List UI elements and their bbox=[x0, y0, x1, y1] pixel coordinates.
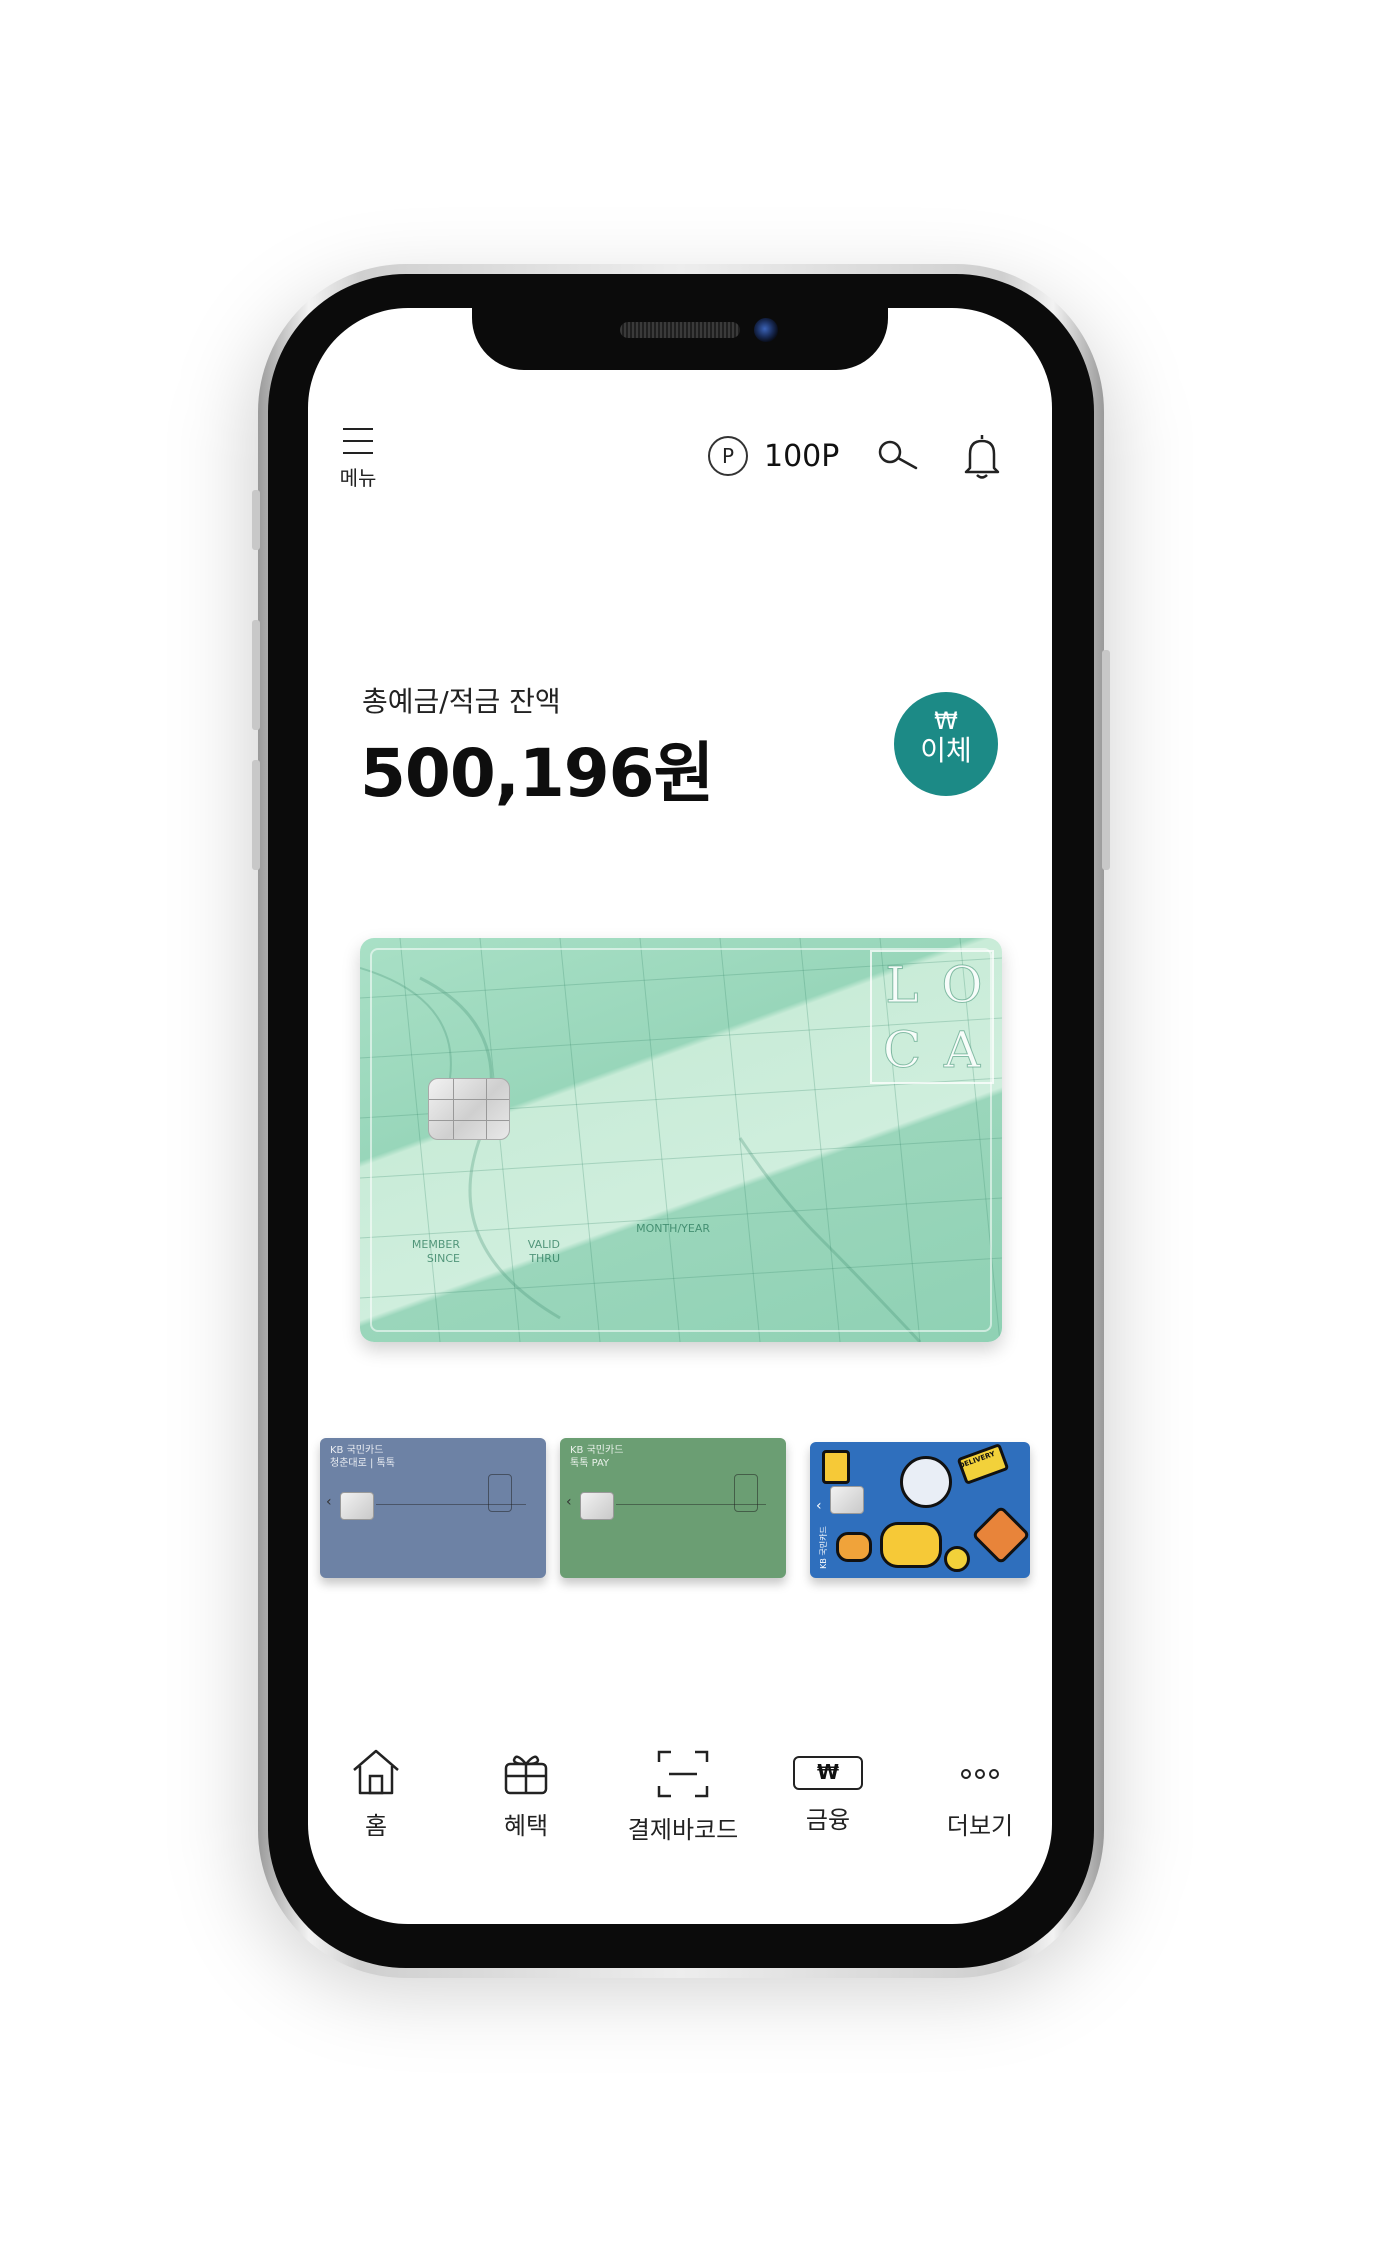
bottom-nav: 홈 혜택 결제바코드 ₩ 금융 더보기 bbox=[308, 1748, 1052, 1858]
logo-letter: L bbox=[885, 955, 919, 1014]
menu-button[interactable]: 메뉴 bbox=[338, 428, 378, 491]
month-year-text: MONTH/YEAR bbox=[636, 1222, 710, 1235]
mini-card-brand: KB 국민카드 청춘대로 | 톡톡 bbox=[330, 1445, 395, 1469]
more-icon bbox=[961, 1769, 999, 1779]
won-icon: ₩ bbox=[934, 707, 958, 735]
sticker-yellow bbox=[880, 1522, 942, 1568]
chevron-left-icon: ‹ bbox=[816, 1498, 822, 1514]
nav-home[interactable]: 홈 bbox=[316, 1748, 436, 1841]
logo-letter: O bbox=[941, 955, 983, 1014]
points-value: 100P bbox=[764, 438, 840, 474]
barcode-icon bbox=[657, 1750, 709, 1798]
mini-card-brand: KB 국민카드 bbox=[818, 1526, 828, 1569]
won-icon: ₩ bbox=[793, 1756, 863, 1790]
logo-letter: A bbox=[943, 1020, 981, 1079]
points-button[interactable]: P 100P bbox=[708, 436, 839, 476]
mute-switch bbox=[252, 490, 260, 550]
phone-graphic-icon bbox=[734, 1474, 758, 1512]
nav-finance[interactable]: ₩ 금융 bbox=[768, 1748, 888, 1835]
nav-label: 혜택 bbox=[503, 1812, 549, 1840]
mini-card-1[interactable]: KB 국민카드 청춘대로 | 톡톡 ‹ bbox=[320, 1438, 546, 1578]
notch bbox=[472, 308, 888, 370]
chevron-left-icon: ‹ bbox=[566, 1494, 572, 1510]
card-chip bbox=[580, 1492, 614, 1520]
menu-icon bbox=[343, 428, 373, 454]
front-camera bbox=[754, 318, 778, 342]
mini-card-2[interactable]: KB 국민카드 톡톡 PAY ‹ bbox=[560, 1438, 786, 1578]
nav-payment-barcode[interactable]: 결제바코드 bbox=[616, 1748, 750, 1845]
sticker-badge bbox=[971, 1505, 1030, 1565]
bell-icon[interactable] bbox=[962, 432, 1002, 480]
loca-logo: L O C A bbox=[870, 950, 994, 1084]
nav-label: 홈 bbox=[364, 1812, 388, 1840]
mini-card-brand: KB 국민카드 톡톡 PAY bbox=[570, 1445, 624, 1469]
sticker-fries bbox=[822, 1450, 850, 1484]
chevron-left-icon: ‹ bbox=[326, 1494, 332, 1510]
speaker-grill bbox=[620, 322, 740, 338]
home-icon bbox=[353, 1749, 399, 1795]
main-card-loca[interactable]: L O C A MEMBER SINCE VALID THRU MONTH/YE… bbox=[360, 938, 1002, 1342]
transfer-label: 이체 bbox=[920, 734, 972, 767]
card-chip bbox=[428, 1078, 510, 1140]
card-chip bbox=[340, 1492, 374, 1520]
sticker-burger bbox=[836, 1532, 872, 1562]
points-icon: P bbox=[708, 436, 748, 476]
mini-card-3[interactable]: ‹ DELIVERY KB 국민카드 bbox=[810, 1442, 1030, 1578]
sticker-circle bbox=[900, 1456, 952, 1508]
nav-more[interactable]: 더보기 bbox=[920, 1748, 1040, 1841]
menu-label: 메뉴 bbox=[339, 466, 377, 490]
balance-label: 총예금/적금 잔액 bbox=[362, 685, 561, 718]
nav-benefits[interactable]: 혜택 bbox=[466, 1748, 586, 1841]
search-icon[interactable] bbox=[876, 438, 920, 474]
balance-amount: 500,196원 bbox=[360, 735, 714, 812]
transfer-button[interactable]: ₩ 이체 bbox=[894, 692, 998, 796]
phone-screen: 메뉴 P 100P 총예금/적금 잔액 500,196원 ₩ 이체 L O C … bbox=[308, 308, 1052, 1924]
nav-label: 더보기 bbox=[946, 1812, 1014, 1840]
member-since-text: MEMBER SINCE bbox=[411, 1238, 460, 1265]
sticker-smile bbox=[944, 1546, 970, 1572]
phone-graphic-icon bbox=[488, 1474, 512, 1512]
logo-letter: C bbox=[882, 1020, 922, 1079]
valid-thru-text: VALID THRU bbox=[527, 1238, 560, 1265]
nav-label: 결제바코드 bbox=[627, 1816, 739, 1844]
volume-up-button bbox=[252, 620, 260, 730]
card-chip bbox=[830, 1486, 864, 1514]
power-button bbox=[1102, 650, 1110, 870]
nav-label: 금융 bbox=[805, 1806, 851, 1834]
gift-icon bbox=[504, 1755, 548, 1795]
volume-down-button bbox=[252, 760, 260, 870]
